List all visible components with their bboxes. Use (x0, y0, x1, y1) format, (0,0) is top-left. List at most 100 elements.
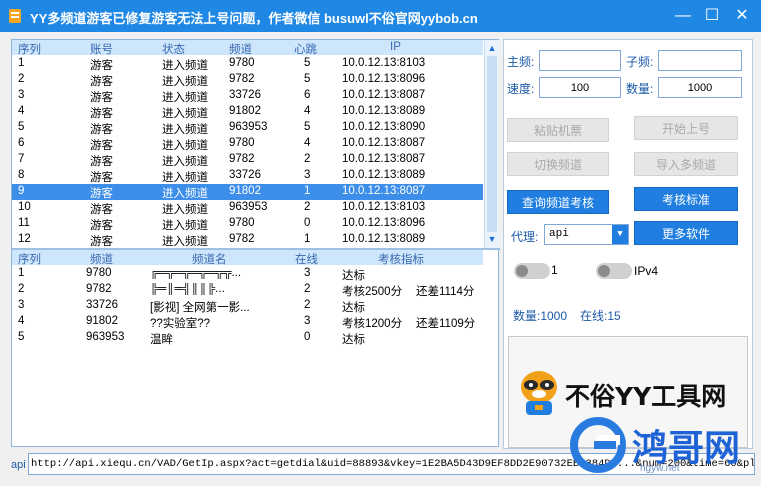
maximize-icon[interactable]: ☐ (699, 4, 725, 28)
toggle-ipv4-label: IPv4 (634, 264, 659, 278)
proxy-select[interactable]: api ▼ (544, 224, 629, 245)
cell-seq: 2 (18, 73, 25, 85)
main-channel-label: 主频: (507, 55, 535, 69)
cell-status: 进入频道 (162, 140, 208, 152)
toggle-ipv4[interactable] (596, 263, 632, 279)
col-channel[interactable]: 频道 (90, 251, 113, 267)
cell-seq: 4 (18, 105, 25, 117)
table-row[interactable]: 6 游客 进入频道 9780 4 10.0.12.13:8087 (12, 136, 483, 152)
client-area: 序列 账号 状态 频道 心跳 IP 1 游客 进入频道 9780 5 10.0.12.13… (0, 32, 761, 486)
toggle-knob (598, 265, 610, 277)
cell-account: 游客 (90, 76, 113, 88)
table-row[interactable]: 12 游客 进入频道 9782 1 10.0.12.13:8089 (12, 232, 483, 248)
cell-status: 达标 (342, 302, 365, 314)
list-item[interactable]: 2 9782 ╠═║═╣║║╠... 2 考核2500分 还差1114分 (12, 282, 483, 298)
cell-status: 进入频道 (162, 156, 208, 168)
count-input[interactable] (658, 77, 742, 98)
table-row[interactable]: 10 游客 进入频道 963953 2 10.0.12.13:8103 (12, 200, 483, 216)
cell-seq: 2 (18, 283, 25, 295)
cell-heartbeat: 4 (304, 137, 311, 149)
speed-input[interactable] (539, 77, 621, 98)
cell-ip: 10.0.12.13:8087 (342, 153, 426, 165)
table-row[interactable]: 9 游客 进入频道 91802 1 10.0.12.13:8087 (12, 184, 483, 200)
cell-channel: 9780 (229, 217, 255, 229)
col-online[interactable]: 在线 (295, 251, 318, 267)
cell-online: 3 (304, 267, 311, 279)
cell-seq: 12 (18, 233, 31, 245)
cell-account: 游客 (90, 92, 113, 104)
col-channel-name[interactable]: 频道名 (192, 251, 227, 267)
list-item[interactable]: 4 91802 ??实验室?? 3 考核1200分 还差1109分 (12, 314, 483, 330)
count-label: 数量: (626, 82, 654, 96)
cell-ip: 10.0.12.13:8096 (342, 217, 426, 229)
cell-status: 进入频道 (162, 188, 208, 200)
channel-panel: 序列 账号 状态 频道 心跳 IP 1 游客 进入频道 9780 5 10.0.12.13… (11, 39, 500, 447)
list-item[interactable]: 1 9780 ╔═╦═╦═╦═╦╦... 3 达标 (12, 266, 483, 282)
col-seq[interactable]: 序列 (18, 251, 41, 267)
table-row[interactable]: 3 游客 进入频道 33726 6 10.0.12.13:8087 (12, 88, 483, 104)
cell-ip: 10.0.12.13:8090 (342, 121, 426, 133)
table-row[interactable]: 5 游客 进入频道 963953 5 10.0.12.13:8090 (12, 120, 483, 136)
cell-heartbeat: 5 (304, 73, 311, 85)
account-table-header: 序列 账号 状态 频道 心跳 IP (12, 40, 483, 57)
more-software-button[interactable]: 更多软件 (634, 221, 738, 245)
switch-channel-button[interactable]: 切换频道 (507, 152, 609, 176)
col-channel[interactable]: 频道 (229, 41, 252, 57)
cell-status: 考核2500分 (342, 286, 403, 298)
cell-status: 进入频道 (162, 124, 208, 136)
main-channel-input[interactable] (539, 50, 621, 71)
table-row[interactable]: 8 游客 进入频道 33726 3 10.0.12.13:8089 (12, 168, 483, 184)
cell-seq: 3 (18, 89, 25, 101)
cell-account: 游客 (90, 60, 113, 72)
cell-channel: 33726 (229, 89, 261, 101)
table-row[interactable]: 1 游客 进入频道 9780 5 10.0.12.13:8103 (12, 56, 483, 72)
col-status[interactable]: 状态 (162, 41, 185, 57)
cell-seq: 11 (18, 217, 30, 229)
cell-account: 游客 (90, 140, 113, 152)
col-account[interactable]: 账号 (90, 41, 113, 57)
scroll-down-icon[interactable]: ▼ (485, 232, 499, 246)
col-seq[interactable]: 序列 (18, 41, 41, 57)
paste-ticket-button[interactable]: 粘贴机票 (507, 118, 609, 142)
cell-channel: 9780 (229, 137, 255, 149)
table-row[interactable]: 7 游客 进入频道 9782 2 10.0.12.13:8087 (12, 152, 483, 168)
toggle-1[interactable] (514, 263, 550, 279)
list-item[interactable]: 3 33726 [影视] 全网第一影... 2 达标 (12, 298, 483, 314)
cell-name: 温眸 (150, 334, 173, 346)
scroll-thumb[interactable] (487, 56, 497, 232)
cell-account: 游客 (90, 172, 113, 184)
standard-button[interactable]: 考核标准 (634, 187, 738, 211)
cell-heartbeat: 3 (304, 169, 311, 181)
channel-table-header: 序列 频道 频道名 在线 考核指标 (12, 250, 483, 267)
table-row[interactable]: 2 游客 进入频道 9782 5 10.0.12.13:8096 (12, 72, 483, 88)
account-table-scrollbar[interactable]: ▲ ▼ (484, 40, 499, 248)
cell-channel: 91802 (86, 315, 118, 327)
cell-seq: 1 (18, 57, 25, 69)
speed-label: 速度: (507, 82, 535, 96)
import-channels-button[interactable]: 导入多频道 (634, 152, 738, 176)
close-icon[interactable]: ✕ (729, 4, 755, 28)
toggle-1-label: 1 (551, 263, 558, 277)
stat-online: 在线:15 (580, 309, 621, 323)
list-item[interactable]: 5 963953 温眸 0 达标 (12, 330, 483, 346)
query-channel-button[interactable]: 查询频道考核 (507, 190, 609, 214)
scroll-up-icon[interactable]: ▲ (485, 41, 499, 55)
chevron-down-icon[interactable]: ▼ (612, 225, 628, 244)
table-row[interactable]: 4 游客 进入频道 91802 4 10.0.12.13:8089 (12, 104, 483, 120)
cell-heartbeat: 5 (304, 57, 311, 69)
cell-seq: 10 (18, 201, 31, 213)
api-url-input[interactable]: http://api.xiequ.cn/VAD/GetIp.aspx?act=g… (28, 453, 755, 475)
table-row[interactable]: 11 游客 进入频道 9780 0 10.0.12.13:8096 (12, 216, 483, 232)
sub-channel-input[interactable] (658, 50, 742, 71)
start-login-button[interactable]: 开始上号 (634, 116, 738, 140)
col-heartbeat[interactable]: 心跳 (294, 41, 317, 57)
col-metric[interactable]: 考核指标 (378, 251, 424, 267)
cell-extra: 还差1114分 (416, 286, 475, 298)
proxy-select-value: api (549, 228, 569, 240)
col-ip[interactable]: IP (390, 41, 401, 53)
cell-heartbeat: 1 (304, 233, 311, 245)
window-title: YY多频道游客已修复游客无法上号问题，作者微信 busuwl不俗官网yybob.… (30, 11, 478, 26)
cell-status: 进入频道 (162, 76, 208, 88)
minimize-icon[interactable]: — (670, 4, 696, 28)
cell-channel: 9780 (86, 267, 112, 279)
